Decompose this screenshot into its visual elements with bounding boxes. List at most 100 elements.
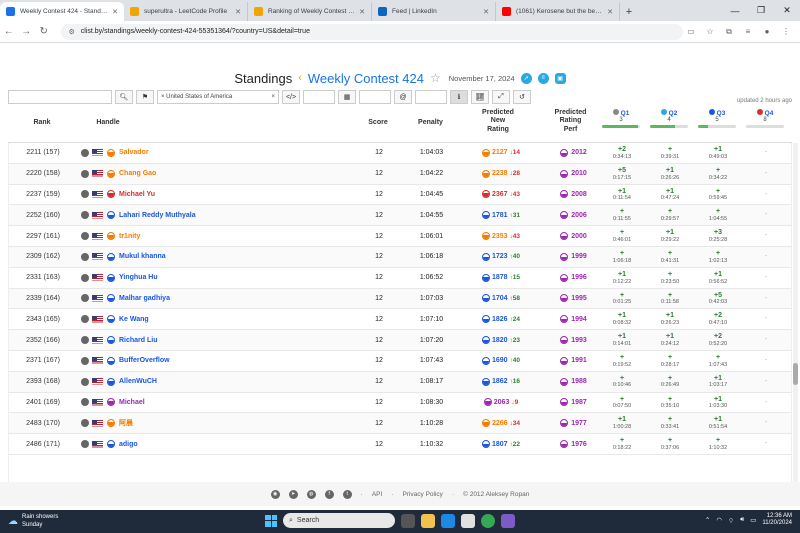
table-row[interactable]: 2352 (166) Richard Liu 12 1:07:20 1820 ↑…: [9, 330, 791, 351]
reload-icon[interactable]: ↻: [35, 26, 53, 37]
table-row[interactable]: 2339 (164) Malhar gadhiya 12 1:07:03 170…: [9, 288, 791, 310]
handle-link[interactable]: Chang Gao: [119, 170, 156, 177]
scrollbar[interactable]: [793, 143, 798, 501]
new-tab-icon[interactable]: +: [620, 2, 638, 21]
problem-cell[interactable]: + 0:28:17: [647, 351, 693, 371]
problem-cell[interactable]: + 0:18:22: [599, 434, 645, 454]
problem-cell[interactable]: +1 1:03:30: [695, 393, 741, 413]
filter-input-2[interactable]: [359, 90, 391, 104]
taskbar-search[interactable]: ⌕ Search: [283, 513, 395, 528]
problem-cell[interactable]: + 0:23:50: [647, 268, 693, 288]
github-icon[interactable]: ◉: [270, 489, 280, 499]
filter-input-3[interactable]: [415, 90, 447, 104]
search-input[interactable]: [8, 90, 112, 104]
problem-cell[interactable]: + 0:19:52: [599, 351, 645, 371]
problem-cell[interactable]: +1 0:08:32: [599, 309, 645, 329]
problem-cell[interactable]: + 0:33:41: [647, 413, 693, 433]
problem-cell[interactable]: +1 0:24:12: [647, 330, 693, 350]
handle-link[interactable]: Ke Wang: [119, 316, 149, 323]
network-icon[interactable]: ◠: [716, 516, 722, 524]
handle-link[interactable]: Mukul khanna: [119, 253, 166, 260]
browser-tab[interactable]: superultra - LeetCode Profile ✕: [124, 2, 248, 21]
problem-cell[interactable]: + 0:35:10: [647, 393, 693, 413]
problem-cell[interactable]: +5 0:17:15: [599, 164, 645, 184]
table-row[interactable]: 2252 (160) Lahari Reddy Muthyala 12 1:04…: [9, 205, 791, 227]
handle-link[interactable]: tr1nity: [119, 233, 140, 240]
problem-cell[interactable]: +1 0:47:24: [647, 185, 693, 205]
minimize-icon[interactable]: —: [722, 0, 748, 21]
favorite-star-icon[interactable]: ☆: [430, 71, 441, 85]
browser-tab[interactable]: Weekly Contest 424 - Standings ✕: [0, 2, 124, 21]
problem-cell[interactable]: + 1:02:13: [695, 247, 741, 267]
handle-link[interactable]: 阿晨: [119, 418, 133, 428]
chart-icon[interactable]: ▣: [554, 72, 566, 84]
handle-link[interactable]: BufferOverflow: [119, 357, 170, 364]
problem-cell[interactable]: +1 0:51:54: [695, 413, 741, 433]
problem-cell[interactable]: +1 1:03:17: [695, 372, 741, 392]
chevron-up-icon[interactable]: ⌃: [705, 516, 710, 524]
problem-cell[interactable]: + 0:11:58: [647, 289, 693, 309]
handle-link[interactable]: Malhar gadhiya: [119, 295, 170, 302]
table-row[interactable]: 2401 (169) Michael 12 1:08:30 2063 ↓9 19…: [9, 393, 791, 414]
forward-icon[interactable]: →: [18, 26, 36, 37]
table-icon[interactable]: ▦: [338, 90, 356, 104]
flag-filter-icon[interactable]: ⚑: [136, 90, 154, 104]
table-row[interactable]: 2211 (157) Salvador 12 1:04:03 2127 ↓14 …: [9, 143, 791, 164]
problem-cell[interactable]: +1 0:49:03: [695, 143, 741, 163]
history-icon[interactable]: ↺: [513, 90, 531, 104]
menu-icon[interactable]: ⋮: [778, 27, 794, 37]
privacy-link[interactable]: Privacy Policy: [402, 491, 442, 498]
handle-link[interactable]: AllenWuCH: [119, 378, 157, 385]
problem-cell[interactable]: +1 0:14:01: [599, 330, 645, 350]
battery-icon[interactable]: ▭: [750, 516, 756, 524]
handle-link[interactable]: Yinghua Hu: [119, 274, 158, 281]
problem-cell[interactable]: + 0:37:06: [647, 434, 693, 454]
search-icon[interactable]: 🔍︎: [115, 90, 133, 104]
problem-cell[interactable]: + 0:34:22: [695, 164, 741, 184]
tab-close-icon[interactable]: ✕: [483, 8, 489, 16]
problem-cell[interactable]: + 1:04:55: [695, 205, 741, 225]
table-row[interactable]: 2483 (170) 阿晨 12 1:10:28 2266 ↓34 1977 +…: [9, 413, 791, 435]
twitter-icon[interactable]: t: [342, 489, 352, 499]
app-icon[interactable]: [501, 513, 515, 528]
close-window-icon[interactable]: ✕: [774, 0, 800, 21]
handle-link[interactable]: Richard Liu: [119, 337, 158, 344]
problem-cell[interactable]: + 1:07:43: [695, 351, 741, 371]
handle-link[interactable]: Michael Yu: [119, 191, 155, 198]
api-link[interactable]: API: [372, 491, 382, 498]
browser-tab[interactable]: Ranking of Weekly Contest 424 ✕: [248, 2, 372, 21]
problem-cell[interactable]: +2 0:52:20: [695, 330, 741, 350]
col-problem[interactable]: Q4 8: [742, 109, 788, 128]
browser-tab[interactable]: (1061) Kerosene but the be… ✕: [496, 2, 620, 21]
reading-list-icon[interactable]: ≡: [740, 27, 756, 37]
col-handle[interactable]: Handle: [88, 119, 128, 126]
discord-icon[interactable]: ◍: [306, 489, 316, 499]
list-icon[interactable]: ≡: [537, 72, 549, 84]
col-problem[interactable]: Q3 5: [694, 109, 740, 128]
back-icon[interactable]: ←: [0, 26, 18, 37]
line-chart-icon[interactable]: 📈︎: [471, 90, 489, 104]
clock[interactable]: 12:36 AM 11/20/2024: [762, 513, 792, 527]
profile-icon[interactable]: ●: [759, 27, 775, 37]
wifi-icon[interactable]: ⌔: [728, 516, 734, 525]
table-row[interactable]: 2343 (165) Ke Wang 12 1:07:10 1826 ↑24 1…: [9, 309, 791, 331]
handle-link[interactable]: Michael: [119, 399, 145, 406]
tab-close-icon[interactable]: ✕: [112, 8, 118, 16]
country-select[interactable]: × United States of America ×: [157, 90, 279, 104]
volume-icon[interactable]: 🔊︎: [740, 516, 744, 524]
col-problem[interactable]: Q2 4: [646, 109, 692, 128]
problem-cell[interactable]: + 0:46:01: [599, 226, 645, 246]
table-row[interactable]: 2309 (162) Mukul khanna 12 1:06:18 1723 …: [9, 246, 791, 268]
problem-cell[interactable]: + 0:10:46: [599, 372, 645, 392]
scrollbar-thumb[interactable]: [793, 363, 798, 385]
problem-cell[interactable]: +1 1:00:28: [599, 413, 645, 433]
col-rank[interactable]: Rank: [8, 119, 76, 126]
info-icon[interactable]: ℹ: [450, 90, 468, 104]
task-view-icon[interactable]: [401, 513, 415, 528]
col-rating-perf[interactable]: Predicted Rating Perf: [543, 109, 598, 134]
col-problem[interactable]: Q1 3: [598, 109, 644, 128]
problem-cell[interactable]: + 0:59:45: [695, 185, 741, 205]
problem-cell[interactable]: +2 0:34:13: [599, 143, 645, 163]
cast-icon[interactable]: ▭: [683, 27, 699, 37]
problem-cell[interactable]: +1 0:26:26: [647, 164, 693, 184]
